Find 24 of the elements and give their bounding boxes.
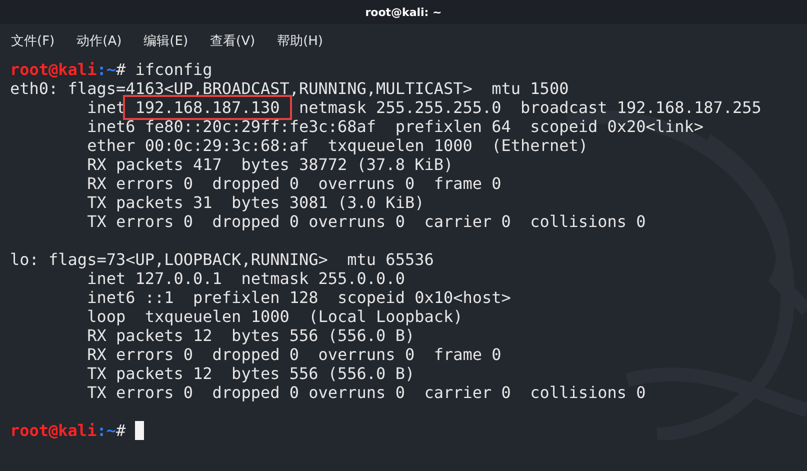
terminal-line: RX errors 0 dropped 0 overruns 0 frame 0	[86, 174, 502, 193]
terminal-line: RX packets 417 bytes 38772 (37.8 KiB)	[86, 155, 454, 174]
terminal-line: inet 192.168.187.130 netmask 255.255.255.0 broadcast 192.168.187.255	[10, 98, 762, 117]
window-title: root@kali: ~	[364, 6, 443, 18]
terminal-line: inet 127.0.0.1 netmask 255.0.0.0	[86, 269, 405, 288]
terminal-line: inet6 fe80::20c:29ff:fe3c:68af prefixlen 64 scopeid 0x20<link>	[86, 117, 704, 136]
terminal-line: lo: flags=73<UP,LOOPBACK,RUNNING> mtu 65536	[10, 250, 434, 269]
menu-item[interactable]: 文件(F)	[11, 32, 55, 50]
terminal-line: TX errors 0 dropped 0 overruns 0 carrier 0 collisions 0	[86, 383, 646, 402]
terminal-line: TX packets 12 bytes 556 (556.0 B)	[86, 364, 415, 383]
terminal-line: ether 00:0c:29:3c:68:af txqueuelen 1000 (Ethernet)	[86, 136, 588, 155]
terminal-line: loop txqueuelen 1000 (Local Loopback)	[86, 307, 463, 326]
terminal-line: RX errors 0 dropped 0 overruns 0 frame 0	[86, 345, 502, 364]
terminal-line: inet6 ::1 prefixlen 128 scopeid 0x10<host>	[86, 288, 511, 307]
menu-item[interactable]: 动作(A)	[76, 32, 122, 50]
terminal-line: TX errors 0 dropped 0 overruns 0 carrier 0 collisions 0	[86, 212, 646, 231]
prompt-line: root@kali:~#	[10, 421, 144, 440]
menu-item[interactable]: 查看(V)	[210, 32, 256, 50]
menu-item[interactable]: 帮助(H)	[277, 32, 323, 50]
terminal-line: RX packets 12 bytes 556 (556.0 B)	[86, 326, 415, 345]
menu-item[interactable]: 编辑(E)	[144, 32, 188, 50]
prompt-line: root@kali:~# ifconfig	[10, 60, 212, 79]
terminal-line: eth0: flags=4163<UP,BROADCAST,RUNNING,MULTICAST> mtu 1500	[10, 79, 569, 98]
terminal-line: TX packets 31 bytes 3081 (3.0 KiB)	[86, 193, 424, 212]
